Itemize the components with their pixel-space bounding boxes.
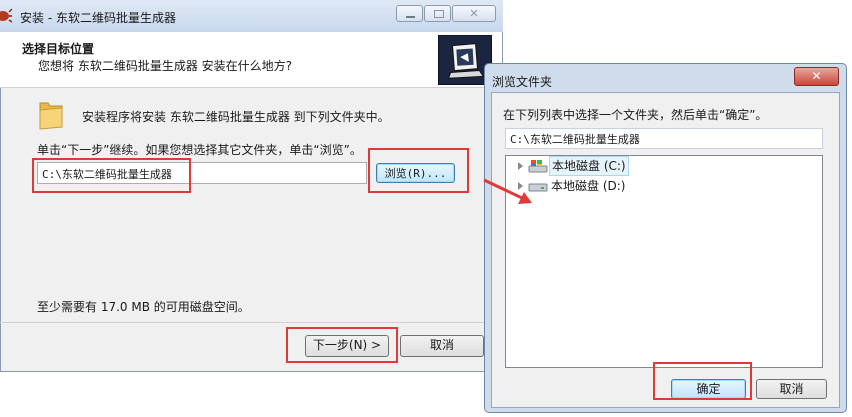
folder-icon [39, 102, 63, 130]
tree-item-drive-c[interactable]: 本地磁盘 (C:) [512, 156, 632, 176]
footer-divider [0, 322, 502, 323]
browse-dialog-close-button[interactable]: ✕ [794, 67, 839, 86]
highlight-path-box [32, 158, 191, 193]
header-title: 选择目标位置 [22, 42, 95, 56]
close-icon: ✕ [469, 7, 479, 20]
install-intro-text: 安装程序将安装 东软二维码批量生成器 到下列文件夹中。 [82, 110, 390, 124]
close-icon: ✕ [811, 69, 822, 83]
highlight-next-box [286, 327, 398, 363]
red-arrow-icon [483, 178, 532, 204]
tree-item-label: 本地磁盘 (D:) [551, 179, 626, 193]
browse-hint-text: 单击“下一步”继续。如果您想选择其它文件夹，单击“浏览”。 [37, 143, 362, 157]
cancel-button[interactable]: 取消 [400, 335, 484, 357]
tree-item-label: 本地磁盘 (C:) [549, 156, 629, 176]
windows-drive-icon [528, 160, 548, 173]
header-subtitle: 您想将 东软二维码批量生成器 安装在什么地方? [38, 59, 292, 73]
minimize-button[interactable] [396, 5, 423, 22]
installer-title: 安装 - 东软二维码批量生成器 [20, 11, 176, 25]
expand-arrow-icon[interactable] [518, 162, 523, 170]
browse-instruction: 在下列列表中选择一个文件夹，然后单击“确定”。 [503, 108, 768, 122]
selected-path-field[interactable]: C:\东软二维码批量生成器 [505, 128, 823, 149]
highlight-ok-box [653, 362, 752, 400]
maximize-button[interactable] [424, 5, 451, 22]
installer-close-button[interactable]: ✕ [452, 5, 496, 22]
dialog-cancel-button[interactable]: 取消 [756, 379, 827, 399]
disk-space-text: 至少需要有 17.0 MB 的可用磁盘空间。 [37, 300, 250, 314]
minimize-icon [406, 16, 415, 18]
browse-dialog-title: 浏览文件夹 [492, 75, 553, 89]
maximize-icon [434, 10, 444, 18]
highlight-browse-box [368, 148, 469, 193]
app-bug-icon [0, 8, 12, 23]
